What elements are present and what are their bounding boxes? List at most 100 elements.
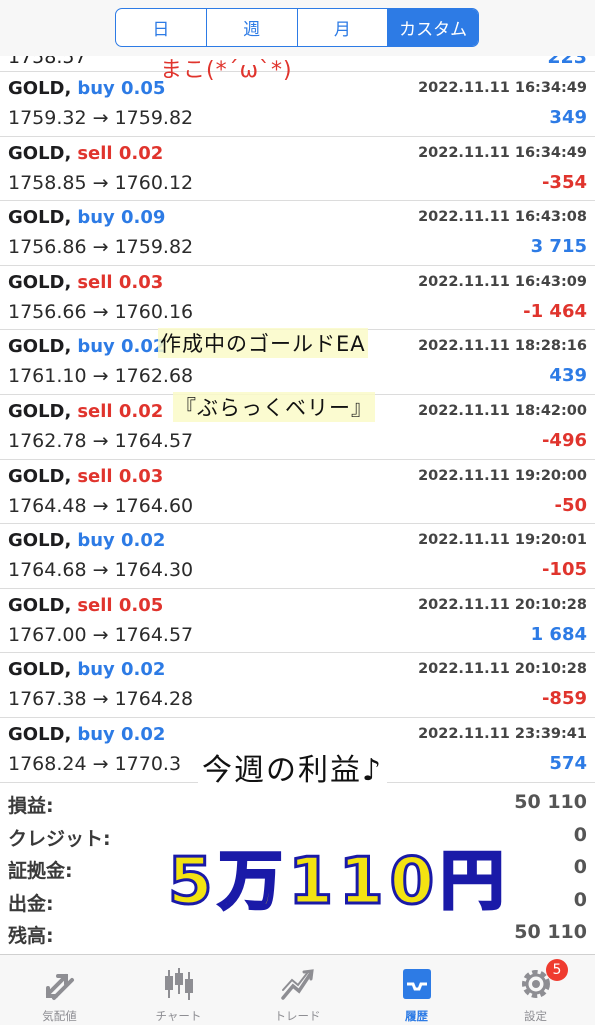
- trade-profit: -859: [541, 688, 587, 710]
- trade-row[interactable]: GOLD, sell 0.03 2022.11.11 16:43:09 1756.66…: [0, 266, 595, 331]
- summary-row: 残高: 50 110: [0, 917, 595, 950]
- trade-row[interactable]: GOLD, sell 0.05 2022.11.11 20:10:28 1767.00…: [0, 589, 595, 654]
- partial-trade-row[interactable]: 1758.57 223: [0, 56, 595, 72]
- trade-row[interactable]: GOLD, buy 0.09 2022.11.11 16:43:08 1756.86 …: [0, 201, 595, 266]
- trade-side: buy 0.02: [77, 530, 166, 552]
- trade-prices: 1756.66 → 1760.16: [8, 300, 194, 323]
- trade-time: 2022.11.11 16:43:09: [418, 273, 587, 290]
- handwritten-note-ea-name: 『ぶらっくベリー』: [173, 392, 375, 422]
- trade-side: buy 0.02: [77, 659, 166, 681]
- trade-profit: -354: [541, 171, 587, 193]
- trade-prices: 1759.32 → 1759.82: [8, 107, 194, 129]
- trade-prices: 1767.00 → 1764.57: [8, 623, 194, 646]
- trade-trend-icon: [280, 969, 314, 1000]
- trade-prices: 1762.78 → 1764.57: [8, 429, 194, 452]
- tab-trade[interactable]: トレード: [238, 955, 357, 1025]
- trade-time: 2022.11.11 23:39:41: [418, 725, 587, 742]
- trade-row[interactable]: GOLD, buy 0.02 2022.11.11 19:20:01 1764.68 …: [0, 524, 595, 589]
- tab-label: チャート: [155, 1009, 202, 1023]
- trade-side: buy 0.02: [77, 723, 166, 745]
- summary-label: 出金:: [8, 892, 54, 915]
- trade-symbol: GOLD, sell 0.03: [8, 272, 163, 293]
- history-tray-icon: [402, 969, 431, 999]
- candlestick-chart-icon: [164, 968, 193, 1000]
- summary-value: 0: [573, 856, 587, 879]
- trade-time: 2022.11.11 19:20:01: [418, 532, 587, 549]
- symbol-name: GOLD,: [8, 465, 72, 487]
- trade-profit: 3 715: [530, 236, 587, 258]
- tab-label: トレード: [274, 1009, 321, 1023]
- trade-row[interactable]: GOLD, sell 0.02 2022.11.11 16:34:49 1758.85…: [0, 137, 595, 202]
- tab-quotes[interactable]: 気配値: [0, 955, 119, 1025]
- trade-symbol: GOLD, sell 0.05: [8, 595, 163, 616]
- trade-row[interactable]: GOLD, buy 0.02 2022.11.11 20:10:28 1767.38 …: [0, 653, 595, 718]
- trade-side: sell 0.02: [77, 142, 164, 164]
- trade-time: 2022.11.11 16:34:49: [418, 144, 587, 161]
- summary-label: 残高:: [8, 925, 54, 948]
- settings-badge: 5: [546, 959, 568, 981]
- summary-label: クレジット:: [8, 827, 111, 850]
- trade-profit: 223: [547, 56, 587, 68]
- trade-time: 2022.11.11 18:28:16: [418, 338, 587, 355]
- trade-profit: 439: [549, 365, 587, 387]
- trade-side: buy 0.02: [77, 336, 166, 358]
- trade-time: 2022.11.11 20:10:28: [418, 661, 587, 678]
- trade-symbol: GOLD, buy 0.02: [8, 724, 165, 745]
- trade-prices: 1761.10 → 1762.68: [8, 365, 194, 388]
- summary-label: 証拠金:: [8, 860, 73, 883]
- tab-label: 履歴: [405, 1009, 428, 1023]
- trade-symbol: GOLD, buy 0.02: [8, 530, 165, 551]
- summary-value: 50 110: [514, 791, 587, 813]
- handwritten-name: まこ(*´ω`*): [160, 58, 293, 83]
- symbol-name: GOLD,: [8, 400, 72, 422]
- summary-row: 損益: 50 110: [0, 787, 595, 820]
- trade-side: sell 0.02: [77, 400, 164, 422]
- handwritten-note-ea: 作成中のゴールドEA: [158, 328, 368, 358]
- trade-side: sell 0.05: [77, 594, 164, 616]
- trade-prices: 1758.57: [8, 56, 87, 68]
- trade-side: buy 0.05: [77, 78, 166, 99]
- tab-settings[interactable]: 設定 5: [476, 955, 595, 1025]
- trade-profit: 1 684: [530, 623, 587, 645]
- trade-row[interactable]: GOLD, sell 0.03 2022.11.11 19:20:00 1764.48…: [0, 460, 595, 525]
- symbol-name: GOLD,: [8, 207, 72, 229]
- trade-profit: 574: [549, 752, 587, 774]
- segment-month[interactable]: 月: [298, 9, 389, 46]
- symbol-name: GOLD,: [8, 659, 72, 681]
- trade-side: sell 0.03: [77, 271, 164, 293]
- trade-symbol: GOLD, sell 0.02: [8, 401, 163, 422]
- symbol-name: GOLD,: [8, 530, 72, 552]
- trade-symbol: GOLD, buy 0.09: [8, 207, 165, 228]
- tab-chart[interactable]: チャート: [119, 955, 238, 1025]
- trade-profit: -1 464: [523, 300, 587, 322]
- trade-prices: 1764.48 → 1764.60: [8, 494, 194, 517]
- tab-history[interactable]: 履歴: [357, 955, 476, 1025]
- trade-prices: 1756.86 → 1759.82: [8, 236, 194, 259]
- trade-time: 2022.11.11 16:34:49: [418, 80, 587, 96]
- trade-profit: 349: [549, 107, 587, 128]
- symbol-name: GOLD,: [8, 78, 72, 99]
- summary-label: 損益:: [8, 795, 54, 817]
- segment-custom[interactable]: カスタム: [388, 9, 478, 46]
- symbol-name: GOLD,: [8, 723, 72, 745]
- tab-label: 気配値: [42, 1009, 77, 1023]
- segment-day[interactable]: 日: [116, 9, 207, 46]
- quotes-arrows-icon: [45, 974, 74, 1000]
- trade-time: 2022.11.11 18:42:00: [418, 402, 587, 419]
- trade-profit: -496: [541, 429, 587, 451]
- segment-week[interactable]: 週: [207, 9, 298, 46]
- trade-symbol: GOLD, sell 0.03: [8, 466, 163, 487]
- bottom-tab-bar: 気配値 チャート トレード 履歴 設定 5: [0, 954, 595, 1025]
- trade-side: sell 0.03: [77, 465, 164, 487]
- trade-time: 2022.11.11 16:43:08: [418, 209, 587, 226]
- symbol-name: GOLD,: [8, 594, 72, 616]
- trade-prices: 1758.85 → 1760.12: [8, 171, 194, 194]
- trade-profit: -105: [541, 559, 587, 581]
- handwritten-note-weekly-profit: 今週の利益♪: [198, 745, 388, 789]
- trade-row[interactable]: GOLD, buy 0.05 2022.11.11 16:34:49 1759.32 …: [0, 72, 595, 137]
- summary-value: 0: [573, 888, 587, 911]
- period-segmented-control: 日 週 月 カスタム: [115, 8, 479, 47]
- period-segment-bar: 日 週 月 カスタム: [0, 0, 595, 56]
- symbol-name: GOLD,: [8, 142, 72, 164]
- trade-time: 2022.11.11 20:10:28: [418, 596, 587, 613]
